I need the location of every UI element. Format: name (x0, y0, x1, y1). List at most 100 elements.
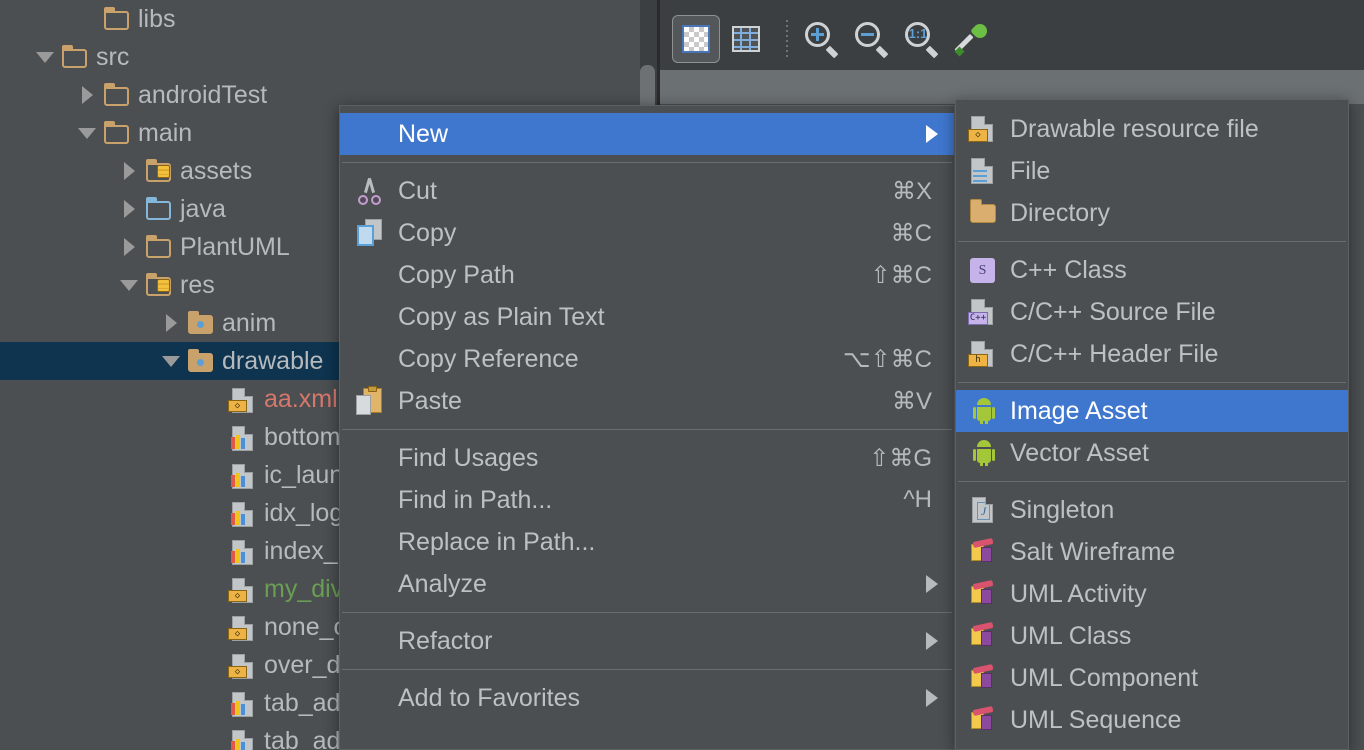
submenu-item-directory[interactable]: Directory (956, 192, 1348, 234)
tree-twisty-expanded[interactable] (156, 355, 186, 367)
submenu-item-label: Directory (1010, 198, 1111, 227)
menu-item-find-usages[interactable]: Find Usages ⇧⌘G (340, 437, 954, 479)
submenu-separator (958, 241, 1346, 242)
png-file-icon (228, 688, 258, 718)
menu-item-label: Copy as Plain Text (398, 302, 605, 331)
submenu-item-salt-wireframe[interactable]: Salt Wireframe (956, 531, 1348, 573)
actual-size-label: 1:1 (908, 26, 928, 41)
toggle-transparency-chessboard-button[interactable] (672, 15, 720, 63)
submenu-item-c-c-source-file[interactable]: C++ C/C++ Source File (956, 291, 1348, 333)
submenu-separator (958, 481, 1346, 482)
submenu-item-drawable-resource-file[interactable]: ◇ Drawable resource file (956, 108, 1348, 150)
menu-item-label: New (398, 119, 449, 148)
res-subfolder-icon (186, 346, 216, 376)
paste-icon (354, 385, 388, 417)
menu-item-refactor[interactable]: Refactor (340, 620, 954, 662)
submenu-item-label: UML Component (1010, 663, 1199, 692)
submenu-item-vector-asset[interactable]: Vector Asset (956, 432, 1348, 474)
tree-row-label: aa.xml (264, 385, 338, 413)
submenu-item-file[interactable]: File (956, 150, 1348, 192)
tree-row-label: src (96, 43, 130, 71)
menu-icon-placeholder (354, 526, 388, 558)
menu-item-shortcut: ⇧⌘C (870, 261, 932, 289)
submenu-item-label: UML Class (1010, 621, 1132, 650)
resource-folder-icon (144, 156, 174, 186)
folder-icon (60, 42, 90, 72)
menu-item-copy-path[interactable]: Copy Path ⇧⌘C (340, 254, 954, 296)
menu-item-new[interactable]: New (340, 113, 954, 155)
resource-folder-icon (144, 270, 174, 300)
submenu-item-uml-sequence[interactable]: UML Sequence (956, 699, 1348, 741)
submenu-item-c-class[interactable]: S C++ Class (956, 249, 1348, 291)
submenu-item-label: Drawable resource file (1010, 114, 1259, 143)
png-file-icon (228, 498, 258, 528)
zoom-out-icon (855, 22, 889, 59)
tree-twisty-expanded[interactable] (114, 279, 144, 291)
cpp-header-file-icon: h (968, 339, 1000, 369)
menu-item-shortcut: ⇧⌘G (869, 444, 932, 472)
file-icon (968, 156, 1000, 186)
tree-row[interactable]: src (0, 38, 640, 76)
tree-twisty-collapsed[interactable] (72, 86, 102, 104)
grid-icon (732, 26, 760, 52)
menu-item-analyze[interactable]: Analyze (340, 563, 954, 605)
zoom-out-button[interactable] (848, 15, 896, 63)
submenu-item-label: File (1010, 156, 1051, 185)
tree-row-label: drawable (222, 347, 324, 375)
menu-item-copy[interactable]: Copy ⌘C (340, 212, 954, 254)
menu-item-paste[interactable]: Paste ⌘V (340, 380, 954, 422)
menu-separator (342, 612, 952, 613)
xml-file-icon: ◇ (228, 384, 258, 414)
tree-row-label: main (138, 119, 193, 147)
tree-twisty-collapsed[interactable] (114, 238, 144, 256)
tree-twisty-expanded[interactable] (72, 127, 102, 139)
submenu-item-c-c-header-file[interactable]: h C/C++ Header File (956, 333, 1348, 375)
tree-row-label: anim (222, 309, 277, 337)
tree-row[interactable]: libs (0, 0, 640, 38)
tree-twisty-collapsed[interactable] (156, 314, 186, 332)
zoom-in-button[interactable] (798, 15, 846, 63)
submenu-arrow-icon (926, 125, 938, 143)
folder-icon (144, 232, 174, 262)
menu-item-label: Cut (398, 176, 437, 205)
color-picker-button[interactable] (948, 15, 996, 63)
tree-twisty-collapsed[interactable] (114, 162, 144, 180)
copy-icon (354, 217, 388, 249)
actual-size-button[interactable]: 1:1 (898, 15, 946, 63)
menu-icon-placeholder (354, 301, 388, 333)
menu-item-copy-as-plain-text[interactable]: Copy as Plain Text (340, 296, 954, 338)
menu-item-replace-in-path[interactable]: Replace in Path... (340, 521, 954, 563)
submenu-item-uml-activity[interactable]: UML Activity (956, 573, 1348, 615)
menu-item-find-in-path[interactable]: Find in Path... ^H (340, 479, 954, 521)
menu-item-copy-reference[interactable]: Copy Reference ⌥⇧⌘C (340, 338, 954, 380)
menu-separator (342, 669, 952, 670)
tree-twisty-collapsed[interactable] (114, 200, 144, 218)
submenu-item-label: UML Sequence (1010, 705, 1182, 734)
tree-twisty-expanded[interactable] (30, 51, 60, 63)
submenu-item-uml-class[interactable]: UML Class (956, 615, 1348, 657)
cpp-source-file-icon: C++ (968, 297, 1000, 327)
folder-icon (102, 4, 132, 34)
tree-row-label: java (180, 195, 226, 223)
menu-icon-placeholder (354, 625, 388, 657)
eyedropper-icon (954, 21, 990, 57)
submenu-arrow-icon (926, 632, 938, 650)
submenu-item-image-asset[interactable]: Image Asset (956, 390, 1348, 432)
png-file-icon (228, 726, 258, 750)
png-file-icon (228, 422, 258, 452)
uml-diagram-icon (968, 705, 1000, 735)
submenu-arrow-icon (926, 689, 938, 707)
menu-item-cut[interactable]: Cut ⌘X (340, 170, 954, 212)
submenu-item-label: C/C++ Header File (1010, 339, 1219, 368)
toggle-grid-button[interactable] (722, 15, 770, 63)
submenu-item-label: C++ Class (1010, 255, 1127, 284)
submenu-item-singleton[interactable]: J Singleton (956, 489, 1348, 531)
scissors-icon (354, 175, 388, 207)
submenu-item-uml-component[interactable]: UML Component (956, 657, 1348, 699)
menu-item-add-to-favorites[interactable]: Add to Favorites (340, 677, 954, 719)
png-file-icon (228, 536, 258, 566)
submenu-item-label: Image Asset (1010, 396, 1148, 425)
menu-item-label: Replace in Path... (398, 527, 596, 556)
menu-item-label: Copy (398, 218, 457, 247)
tree-row-label: androidTest (138, 81, 268, 109)
